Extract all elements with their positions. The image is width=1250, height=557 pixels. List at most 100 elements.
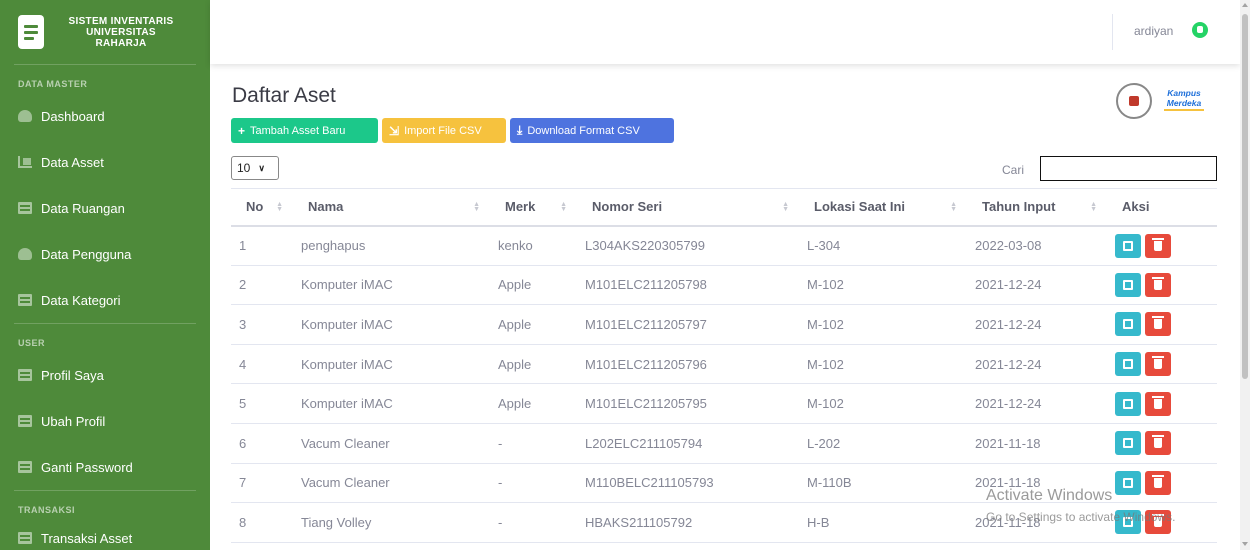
trash-icon bbox=[1152, 316, 1164, 330]
cell-merk: - bbox=[490, 502, 577, 543]
column-header-lokasi[interactable]: Lokasi Saat Ini ▲ ▼ bbox=[799, 188, 967, 227]
sidebar-item-data-asset[interactable]: Data Asset bbox=[0, 139, 210, 185]
sidebar-item-ganti-password[interactable]: Ganti Password bbox=[0, 444, 210, 490]
topbar-divider bbox=[1112, 14, 1113, 50]
whatsapp-icon[interactable] bbox=[1192, 22, 1208, 38]
download-csv-button[interactable]: ⤓ Download Format CSV bbox=[510, 118, 674, 143]
kampus-merdeka-logo: Kampus Merdeka bbox=[1158, 88, 1210, 112]
gauge-icon bbox=[18, 248, 32, 260]
edit-icon bbox=[1123, 477, 1133, 488]
edit-button[interactable] bbox=[1115, 312, 1141, 337]
edit-button[interactable] bbox=[1115, 352, 1141, 377]
brand[interactable]: SISTEM INVENTARIS UNIVERSITAS RAHARJA bbox=[0, 0, 210, 64]
trash-icon bbox=[1152, 435, 1164, 449]
cell-aksi bbox=[1107, 463, 1217, 504]
brand-title: SISTEM INVENTARIS UNIVERSITAS RAHARJA bbox=[68, 15, 174, 49]
cell-no: 1 bbox=[231, 225, 293, 266]
delete-button[interactable] bbox=[1145, 391, 1171, 416]
cell-merk: Apple bbox=[490, 265, 577, 306]
cell-merk: kenko bbox=[490, 225, 577, 266]
cell-merk: - bbox=[490, 423, 577, 464]
sidebar-item-transaksi-asset[interactable]: Transaksi Asset bbox=[0, 519, 210, 557]
column-header-nomor-seri[interactable]: Nomor Seri ▲ ▼ bbox=[577, 188, 799, 227]
cell-tahun-input: 2021-12-24 bbox=[967, 383, 1107, 424]
scroll-down-icon[interactable] bbox=[1242, 542, 1248, 546]
edit-button[interactable] bbox=[1115, 470, 1141, 495]
delete-button[interactable] bbox=[1145, 272, 1171, 297]
cell-nomor-seri: M101ELC211205798 bbox=[577, 265, 799, 306]
edit-icon bbox=[1123, 240, 1133, 251]
search-input[interactable] bbox=[1040, 156, 1217, 181]
page-length-select[interactable]: 10 ∨ bbox=[231, 156, 279, 180]
column-header-tahun-input[interactable]: Tahun Input ▲ ▼ bbox=[967, 188, 1107, 227]
cell-lokasi: L-304 bbox=[799, 225, 967, 266]
download-icon: ⤓ bbox=[517, 123, 523, 137]
cell-tahun-input: 2021-11-18 bbox=[967, 423, 1107, 464]
cell-tahun-input: 2022-03-08 bbox=[967, 225, 1107, 266]
cell-lokasi: L-202 bbox=[799, 423, 967, 464]
sidebar-item-ubah-profil[interactable]: Ubah Profil bbox=[0, 398, 210, 444]
cell-nomor-seri: M101ELC211205796 bbox=[577, 344, 799, 385]
edit-button[interactable] bbox=[1115, 391, 1141, 416]
username[interactable]: ardiyan bbox=[1134, 24, 1173, 38]
delete-button[interactable] bbox=[1145, 470, 1171, 495]
cell-merk: Apple bbox=[490, 344, 577, 385]
chevron-down-icon: ∨ bbox=[258, 162, 265, 173]
search-label: Cari bbox=[1002, 163, 1025, 177]
sort-icon: ▲ ▼ bbox=[473, 201, 480, 213]
cell-aksi bbox=[1107, 265, 1217, 306]
column-header-nama[interactable]: Nama ▲ ▼ bbox=[293, 188, 490, 227]
edit-button[interactable] bbox=[1115, 431, 1141, 456]
edit-button[interactable] bbox=[1115, 233, 1141, 258]
delete-button[interactable] bbox=[1145, 352, 1171, 377]
import-csv-button[interactable]: ⇲ Import File CSV bbox=[382, 118, 506, 143]
sidebar-item-profil-saya[interactable]: Profil Saya bbox=[0, 352, 210, 398]
sidebar-item-data-pengguna[interactable]: Data Pengguna bbox=[0, 231, 210, 277]
sidebar-item-data-kategori[interactable]: Data Kategori bbox=[0, 277, 210, 323]
row-actions bbox=[1115, 233, 1217, 258]
delete-button[interactable] bbox=[1145, 312, 1171, 337]
cell-nomor-seri: HBAKS211105792 bbox=[577, 502, 799, 543]
cell-tahun-input: 2021-12-24 bbox=[967, 304, 1107, 345]
page-scrollbar[interactable] bbox=[1240, 0, 1250, 550]
file-icon bbox=[18, 415, 32, 427]
row-actions bbox=[1115, 352, 1217, 377]
scroll-up-icon[interactable] bbox=[1242, 3, 1248, 7]
file-icon bbox=[18, 202, 32, 214]
cell-aksi bbox=[1107, 225, 1217, 266]
cell-merk: - bbox=[490, 463, 577, 504]
edit-icon bbox=[1123, 279, 1133, 290]
scrollbar-thumb[interactable] bbox=[1242, 14, 1248, 379]
cell-merk: Apple bbox=[490, 383, 577, 424]
edit-icon bbox=[1123, 398, 1133, 409]
edit-button[interactable] bbox=[1115, 272, 1141, 297]
cell-nama: Komputer iMAC bbox=[293, 304, 490, 345]
cell-nama: Tiang Volley bbox=[293, 502, 490, 543]
file-icon bbox=[18, 461, 32, 473]
table-row: 3 Komputer iMAC Apple M101ELC211205797 M-102… bbox=[231, 304, 1217, 345]
page-title: Daftar Aset bbox=[232, 84, 336, 107]
trash-icon bbox=[1152, 356, 1164, 370]
sidebar-item-data-ruangan[interactable]: Data Ruangan bbox=[0, 185, 210, 231]
section-heading-data-master: DATA MASTER bbox=[18, 79, 88, 89]
cell-lokasi: M-102 bbox=[799, 265, 967, 306]
column-header-merk[interactable]: Merk ▲ ▼ bbox=[490, 188, 577, 227]
cell-no: 7 bbox=[231, 463, 293, 504]
cell-merk: Apple bbox=[490, 304, 577, 345]
row-actions bbox=[1115, 272, 1217, 297]
cell-lokasi: H-B bbox=[799, 502, 967, 543]
table-header-row: No ▲ ▼ Nama ▲ ▼ Merk ▲ ▼ Nomor Seri ▲ ▼ Lokasi S… bbox=[231, 188, 1217, 227]
delete-button[interactable] bbox=[1145, 431, 1171, 456]
table-row: 4 Komputer iMAC Apple M101ELC211205796 M-102… bbox=[231, 344, 1217, 385]
trash-icon bbox=[1152, 276, 1164, 290]
add-asset-button[interactable]: + Tambah Asset Baru bbox=[231, 118, 378, 143]
delete-button[interactable] bbox=[1145, 233, 1171, 258]
edit-icon bbox=[1123, 438, 1133, 449]
column-header-no[interactable]: No ▲ ▼ bbox=[231, 188, 293, 227]
sidebar: SISTEM INVENTARIS UNIVERSITAS RAHARJA DA… bbox=[0, 0, 210, 550]
sidebar-item-dashboard[interactable]: Dashboard bbox=[0, 93, 210, 139]
cell-aksi bbox=[1107, 383, 1217, 424]
table-row: 2 Komputer iMAC Apple M101ELC211205798 M-102… bbox=[231, 265, 1217, 306]
sort-icon: ▲ ▼ bbox=[782, 201, 789, 213]
cell-nomor-seri: M101ELC211205795 bbox=[577, 383, 799, 424]
